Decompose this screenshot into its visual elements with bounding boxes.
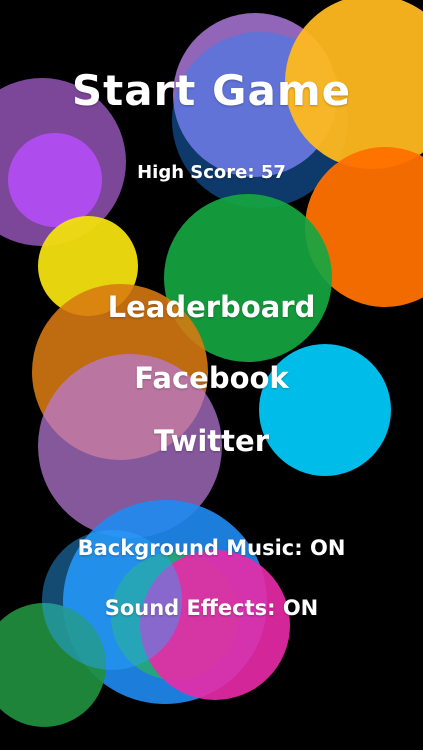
facebook-button[interactable]: Facebook (0, 361, 423, 395)
leaderboard-button[interactable]: Leaderboard (0, 290, 423, 324)
start-game-button[interactable]: Start Game (0, 66, 423, 115)
high-score-label: High Score: 57 (137, 162, 286, 183)
game-menu: Start Game High Score: 57 Leaderboard Fa… (0, 0, 423, 750)
sound-effects-toggle[interactable]: Sound Effects: ON (0, 596, 423, 620)
background-music-toggle[interactable]: Background Music: ON (0, 536, 423, 560)
twitter-button[interactable]: Twitter (0, 424, 423, 458)
